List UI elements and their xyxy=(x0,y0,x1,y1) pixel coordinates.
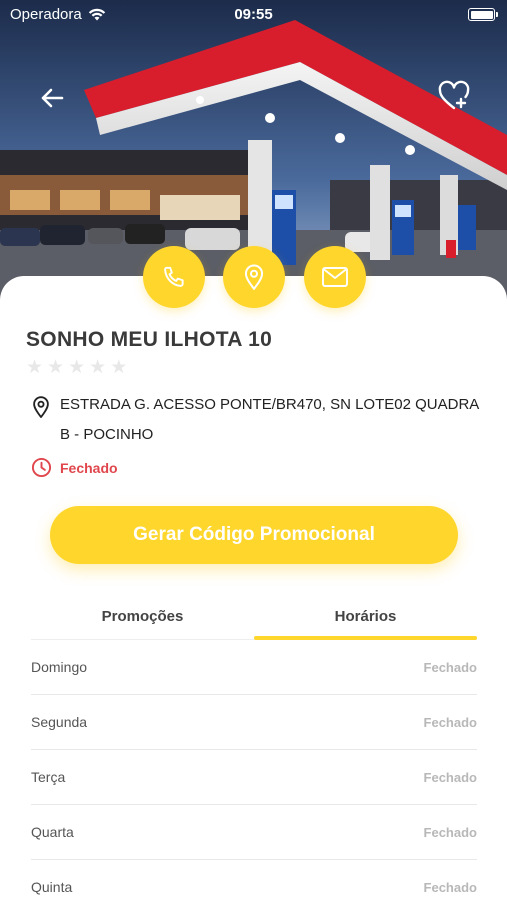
status-bar: Operadora 09:55 xyxy=(0,0,507,30)
star-icon: ★ xyxy=(89,357,107,378)
status-label: Fechado xyxy=(60,459,118,476)
location-pin-icon xyxy=(33,396,49,418)
hours-value: Fechado xyxy=(423,879,477,895)
back-button[interactable] xyxy=(36,82,68,114)
rating-stars: ★ ★ ★ ★ ★ xyxy=(26,358,127,378)
phone-icon xyxy=(164,266,184,287)
location-pin-icon xyxy=(244,264,264,290)
battery-icon xyxy=(468,8,498,21)
address-text: ESTRADA G. ACESSO PONTE/BR470, SN LOTE02… xyxy=(60,396,479,443)
list-item: Domingo Fechado xyxy=(31,640,477,695)
list-item: Quarta Fechado xyxy=(31,805,477,860)
day-label: Segunda xyxy=(31,714,88,730)
favorite-button[interactable] xyxy=(437,80,471,112)
generate-promo-code-button[interactable]: Gerar Código Promocional xyxy=(50,506,458,564)
list-item: Quinta Fechado xyxy=(31,860,477,900)
clock-time: 09:55 xyxy=(234,6,273,23)
tab-horarios[interactable]: Horários xyxy=(254,600,477,640)
day-label: Quinta xyxy=(31,879,73,895)
map-button[interactable] xyxy=(223,246,285,308)
day-label: Quarta xyxy=(31,824,74,840)
email-button[interactable] xyxy=(304,246,366,308)
star-icon: ★ xyxy=(68,357,86,378)
arrow-left-icon xyxy=(41,88,64,108)
hours-value: Fechado xyxy=(423,714,477,730)
contact-actions xyxy=(0,246,507,308)
day-label: Domingo xyxy=(31,659,88,675)
list-item: Segunda Fechado xyxy=(31,695,477,750)
open-status: Fechado xyxy=(31,457,118,478)
tab-bar: Promoções Horários xyxy=(31,600,477,640)
mail-icon xyxy=(322,267,348,287)
star-icon: ★ xyxy=(110,357,128,378)
opening-hours-list: Domingo Fechado Segunda Fechado Terça Fe… xyxy=(31,640,477,900)
hours-value: Fechado xyxy=(423,769,477,785)
station-name: SONHO MEU ILHOTA 10 xyxy=(26,328,273,351)
clock-icon xyxy=(31,457,52,478)
hours-value: Fechado xyxy=(423,659,477,675)
call-button[interactable] xyxy=(143,246,205,308)
list-item: Terça Fechado xyxy=(31,750,477,805)
day-label: Terça xyxy=(31,769,66,785)
star-icon: ★ xyxy=(47,357,65,378)
star-icon: ★ xyxy=(26,357,44,378)
heart-plus-icon xyxy=(438,80,470,110)
tab-promocoes[interactable]: Promoções xyxy=(31,600,254,640)
hours-value: Fechado xyxy=(423,824,477,840)
